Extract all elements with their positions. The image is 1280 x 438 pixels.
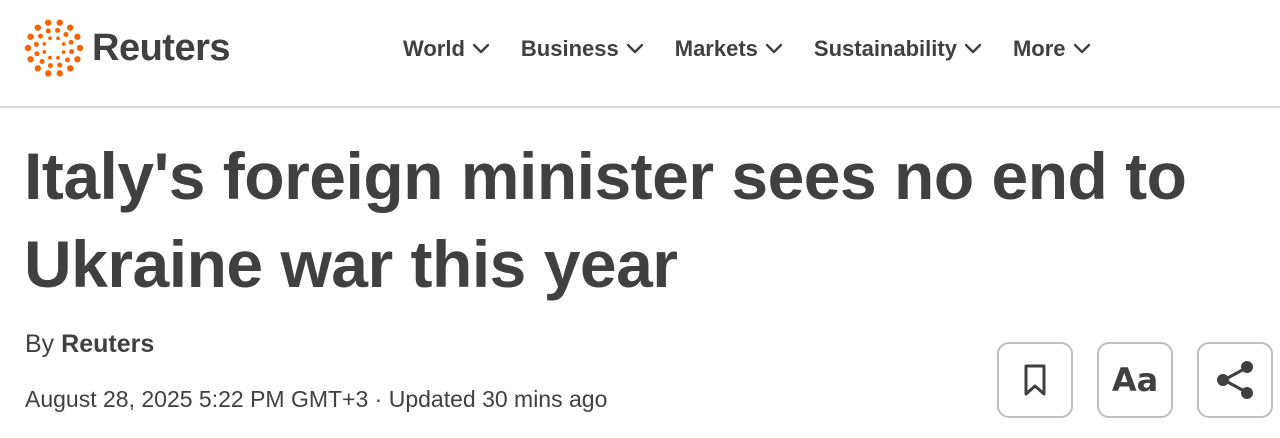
text-size-label: Aa bbox=[1111, 361, 1159, 399]
logo-dot bbox=[74, 56, 81, 63]
logo-dot bbox=[56, 55, 60, 60]
logo-dot bbox=[64, 57, 70, 63]
brand-name: Reuters bbox=[92, 27, 231, 69]
nav-item-more[interactable]: More bbox=[1013, 36, 1091, 62]
nav-item-sustainability[interactable]: Sustainability bbox=[814, 36, 982, 62]
logo-dot bbox=[42, 42, 47, 46]
logo-dot bbox=[74, 33, 81, 40]
logo-dot bbox=[38, 33, 44, 39]
logo-dot bbox=[24, 44, 32, 52]
logo-dot bbox=[57, 62, 63, 68]
chevron-down-icon bbox=[472, 43, 490, 54]
logo-dot bbox=[33, 41, 39, 47]
nav-item-label: Markets bbox=[674, 36, 758, 61]
logo-dot bbox=[34, 51, 40, 57]
share-button[interactable] bbox=[1197, 342, 1273, 418]
main-nav: World Business Markets Sustainability Mo… bbox=[403, 30, 1091, 68]
logo-dot bbox=[56, 36, 60, 41]
logo-dot bbox=[45, 70, 52, 77]
reuters-logo-icon bbox=[24, 19, 84, 77]
byline-author[interactable]: Reuters bbox=[61, 330, 154, 358]
article-headline: Italy's foreign minister sees no end to … bbox=[24, 139, 1187, 301]
logo-dot bbox=[67, 65, 74, 72]
logo-dot bbox=[55, 27, 61, 33]
logo-dot bbox=[27, 56, 34, 63]
chevron-down-icon bbox=[626, 43, 643, 54]
logo-dot bbox=[39, 58, 45, 64]
chevron-down-icon bbox=[964, 43, 982, 54]
reuters-logo[interactable]: Reuters bbox=[24, 18, 231, 78]
nav-item-label: World bbox=[403, 36, 465, 61]
byline-prefix: By bbox=[25, 330, 55, 358]
text-size-button[interactable]: Aa bbox=[1097, 342, 1173, 418]
nav-item-label: Business bbox=[520, 36, 619, 61]
logo-dot bbox=[56, 19, 63, 26]
logo-dot bbox=[63, 32, 69, 38]
nav-item-label: More bbox=[1012, 36, 1066, 61]
logo-dot bbox=[76, 44, 84, 52]
logo-dot bbox=[47, 63, 53, 69]
site-header: Reuters World Business Markets Sustainab… bbox=[0, 0, 1280, 108]
chevron-down-icon bbox=[1073, 43, 1090, 54]
logo-dot bbox=[48, 36, 52, 41]
logo-dot bbox=[27, 33, 34, 40]
byline: By Reuters bbox=[25, 330, 154, 359]
nav-item-business[interactable]: Business bbox=[521, 36, 644, 62]
logo-dot bbox=[69, 49, 75, 55]
share-icon bbox=[1217, 361, 1253, 399]
logo-dot bbox=[48, 55, 52, 60]
nav-item-markets[interactable]: Markets bbox=[675, 36, 783, 62]
logo-dot bbox=[56, 70, 63, 77]
chevron-down-icon bbox=[765, 43, 783, 54]
logo-dot bbox=[45, 19, 52, 26]
logo-dot bbox=[68, 39, 74, 45]
logo-dot bbox=[34, 65, 41, 72]
logo-dot bbox=[61, 50, 66, 54]
logo-dot bbox=[34, 24, 41, 31]
nav-item-world[interactable]: World bbox=[403, 36, 490, 62]
bookmark-button[interactable] bbox=[997, 342, 1073, 418]
bookmark-icon bbox=[1024, 364, 1046, 396]
article-dateline: August 28, 2025 5:22 PM GMT+3 · Updated … bbox=[25, 386, 608, 412]
logo-dot bbox=[45, 28, 51, 34]
nav-item-label: Sustainability bbox=[813, 36, 957, 61]
logo-dot bbox=[67, 24, 74, 31]
logo-dot bbox=[61, 42, 66, 46]
logo-dot bbox=[42, 50, 47, 54]
